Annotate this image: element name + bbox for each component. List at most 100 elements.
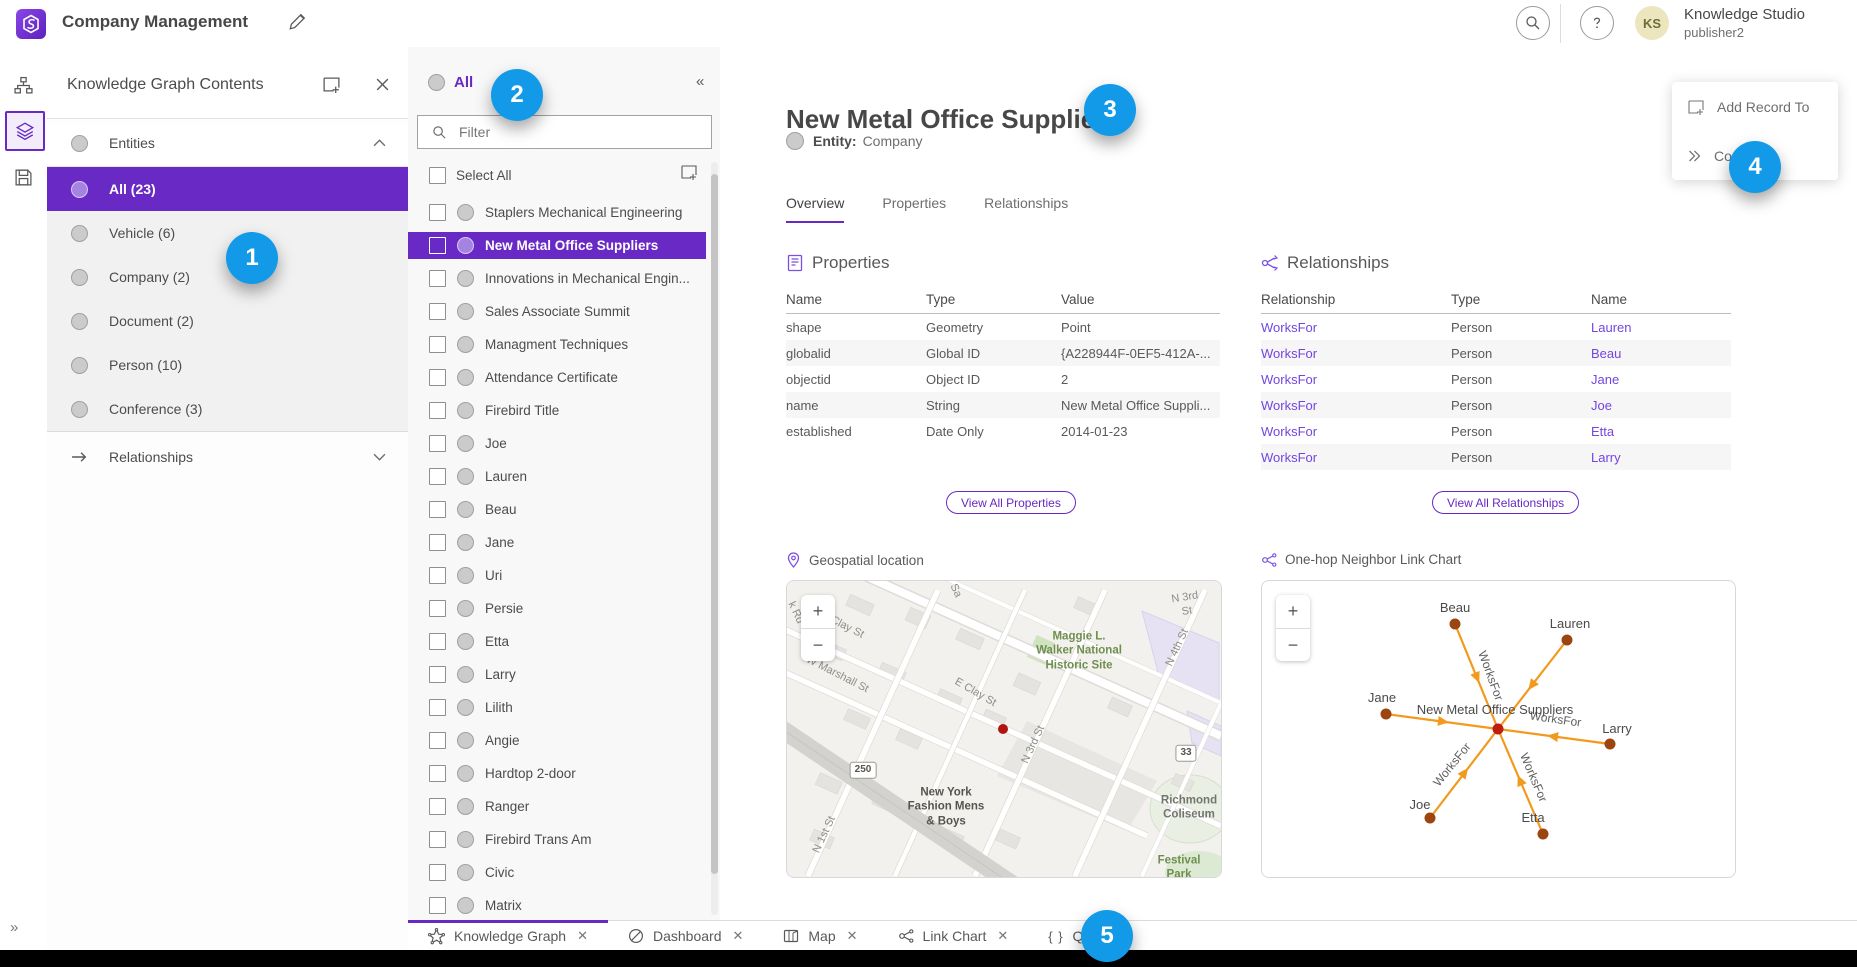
record-tab-properties[interactable]: Properties bbox=[882, 195, 946, 223]
table-row[interactable]: WorksForPersonLarry bbox=[1261, 444, 1731, 470]
entity-checkbox[interactable] bbox=[429, 666, 446, 683]
entity-list-item[interactable]: Civic bbox=[408, 856, 720, 889]
close-tab-icon[interactable]: ✕ bbox=[577, 928, 588, 944]
table-cell-link[interactable]: WorksFor bbox=[1261, 398, 1451, 413]
zoom-in-button[interactable]: + bbox=[801, 595, 835, 629]
entity-list-item[interactable]: Beau bbox=[408, 493, 720, 526]
entity-checkbox[interactable] bbox=[429, 699, 446, 716]
record-tab-relationships[interactable]: Relationships bbox=[984, 195, 1068, 223]
entity-checkbox[interactable] bbox=[429, 534, 446, 551]
entity-list-item[interactable]: Staplers Mechanical Engineering bbox=[408, 196, 720, 229]
entity-checkbox[interactable] bbox=[429, 831, 446, 848]
record-tab-overview[interactable]: Overview bbox=[786, 195, 844, 223]
help-button[interactable] bbox=[1580, 6, 1614, 40]
entity-checkbox[interactable] bbox=[429, 468, 446, 485]
person-node[interactable] bbox=[1425, 813, 1436, 824]
entity-list-item[interactable]: Jane bbox=[408, 526, 720, 559]
view-tab-map[interactable]: Map ✕ bbox=[763, 921, 877, 951]
entity-checkbox[interactable] bbox=[429, 633, 446, 650]
entity-list-item[interactable]: Uri bbox=[408, 559, 720, 592]
table-cell-link[interactable]: WorksFor bbox=[1261, 450, 1451, 465]
user-avatar[interactable]: KS bbox=[1635, 6, 1669, 40]
view-tab-link-chart[interactable]: Link Chart ✕ bbox=[878, 921, 1029, 951]
close-tab-icon[interactable]: ✕ bbox=[997, 928, 1008, 944]
select-all-checkbox[interactable] bbox=[429, 167, 446, 184]
entity-type-row[interactable]: Person (10) bbox=[47, 343, 408, 387]
person-node[interactable] bbox=[1605, 739, 1616, 750]
close-tab-icon[interactable]: ✕ bbox=[732, 928, 743, 944]
entity-list-item[interactable]: Firebird Trans Am bbox=[408, 823, 720, 856]
zoom-out-button[interactable]: − bbox=[801, 629, 835, 662]
entity-list-item[interactable]: Lilith bbox=[408, 691, 720, 724]
company-center-node[interactable] bbox=[1493, 724, 1504, 735]
table-row[interactable]: shapeGeometryPoint bbox=[786, 314, 1220, 340]
table-row[interactable]: WorksForPersonLauren bbox=[1261, 314, 1731, 340]
entity-checkbox[interactable] bbox=[429, 237, 446, 254]
entity-checkbox[interactable] bbox=[429, 864, 446, 881]
entity-checkbox[interactable] bbox=[429, 732, 446, 749]
table-row[interactable]: establishedDate Only2014-01-23 bbox=[786, 418, 1220, 444]
select-all-row[interactable]: Select All bbox=[408, 159, 720, 191]
expand-rail-icon[interactable]: » bbox=[10, 919, 16, 936]
entity-list-item[interactable]: Hardtop 2-door bbox=[408, 757, 720, 790]
entity-list-scrollbar[interactable] bbox=[711, 162, 718, 915]
app-logo-icon[interactable] bbox=[16, 9, 46, 39]
scrollbar-thumb[interactable] bbox=[711, 174, 718, 874]
geospatial-map[interactable]: k RdW Clay StSaW Marshall StE Clay StN 3… bbox=[786, 580, 1222, 878]
entity-list-item[interactable]: Managment Techniques bbox=[408, 328, 720, 361]
filter-input[interactable] bbox=[457, 123, 691, 141]
entity-type-row[interactable]: Conference (3) bbox=[47, 387, 408, 431]
menu-item-add-record-to[interactable]: Add Record To bbox=[1672, 82, 1838, 131]
one-hop-link-chart[interactable]: WorksForWorksForWorksForWorksForBeauLaur… bbox=[1261, 580, 1736, 878]
entity-list-item[interactable]: Lauren bbox=[408, 460, 720, 493]
entity-list-item[interactable]: Persie bbox=[408, 592, 720, 625]
person-node[interactable] bbox=[1381, 709, 1392, 720]
entity-checkbox[interactable] bbox=[429, 600, 446, 617]
entity-list-item[interactable]: Innovations in Mechanical Engin... bbox=[408, 262, 720, 295]
edit-title-icon[interactable] bbox=[288, 13, 306, 31]
table-row[interactable]: WorksForPersonJoe bbox=[1261, 392, 1731, 418]
search-button[interactable] bbox=[1516, 6, 1550, 40]
entity-list-item[interactable]: Matrix bbox=[408, 889, 720, 922]
save-icon[interactable] bbox=[5, 159, 41, 195]
table-row[interactable]: WorksForPersonBeau bbox=[1261, 340, 1731, 366]
entity-checkbox[interactable] bbox=[429, 897, 446, 914]
layers-icon[interactable] bbox=[5, 111, 45, 151]
entity-type-row[interactable]: Document (2) bbox=[47, 299, 408, 343]
entity-checkbox[interactable] bbox=[429, 501, 446, 518]
table-row[interactable]: WorksForPersonEtta bbox=[1261, 418, 1731, 444]
entity-list-item[interactable]: Sales Associate Summit bbox=[408, 295, 720, 328]
new-contents-icon[interactable] bbox=[322, 75, 341, 94]
link-chart-canvas[interactable]: WorksForWorksForWorksForWorksForBeauLaur… bbox=[1262, 581, 1735, 877]
map-viewport[interactable]: k RdW Clay StSaW Marshall StE Clay StN 3… bbox=[787, 581, 1221, 877]
entity-list-item[interactable]: Firebird Title bbox=[408, 394, 720, 427]
collapse-panel-icon[interactable]: « bbox=[696, 73, 702, 90]
close-panel-icon[interactable] bbox=[375, 77, 390, 92]
table-cell-link[interactable]: Joe bbox=[1591, 398, 1731, 413]
hierarchy-icon[interactable] bbox=[5, 67, 41, 103]
table-cell-link[interactable]: Etta bbox=[1591, 424, 1731, 439]
entities-group-header[interactable]: Entities bbox=[47, 123, 408, 163]
entity-checkbox[interactable] bbox=[429, 435, 446, 452]
entity-list-item[interactable]: Ranger bbox=[408, 790, 720, 823]
entity-checkbox[interactable] bbox=[429, 303, 446, 320]
person-node[interactable] bbox=[1538, 829, 1549, 840]
table-cell-link[interactable]: Larry bbox=[1591, 450, 1731, 465]
entity-checkbox[interactable] bbox=[429, 336, 446, 353]
view-all-relationships-button[interactable]: View All Relationships bbox=[1432, 491, 1579, 514]
table-row[interactable]: globalidGlobal ID{A228944F-0EF5-412A-... bbox=[786, 340, 1220, 366]
table-cell-link[interactable]: WorksFor bbox=[1261, 372, 1451, 387]
entity-checkbox[interactable] bbox=[429, 270, 446, 287]
table-cell-link[interactable]: Beau bbox=[1591, 346, 1731, 361]
entity-list-item[interactable]: Larry bbox=[408, 658, 720, 691]
table-cell-link[interactable]: Lauren bbox=[1591, 320, 1731, 335]
entity-checkbox[interactable] bbox=[429, 402, 446, 419]
table-cell-link[interactable]: WorksFor bbox=[1261, 424, 1451, 439]
entity-checkbox[interactable] bbox=[429, 765, 446, 782]
add-record-icon[interactable] bbox=[680, 163, 698, 181]
chevron-up-icon[interactable] bbox=[373, 139, 386, 147]
person-node[interactable] bbox=[1562, 635, 1573, 646]
view-tab-knowledge-graph[interactable]: Knowledge Graph ✕ bbox=[408, 921, 608, 951]
view-all-properties-button[interactable]: View All Properties bbox=[946, 491, 1076, 514]
chevron-down-icon[interactable] bbox=[373, 453, 386, 461]
